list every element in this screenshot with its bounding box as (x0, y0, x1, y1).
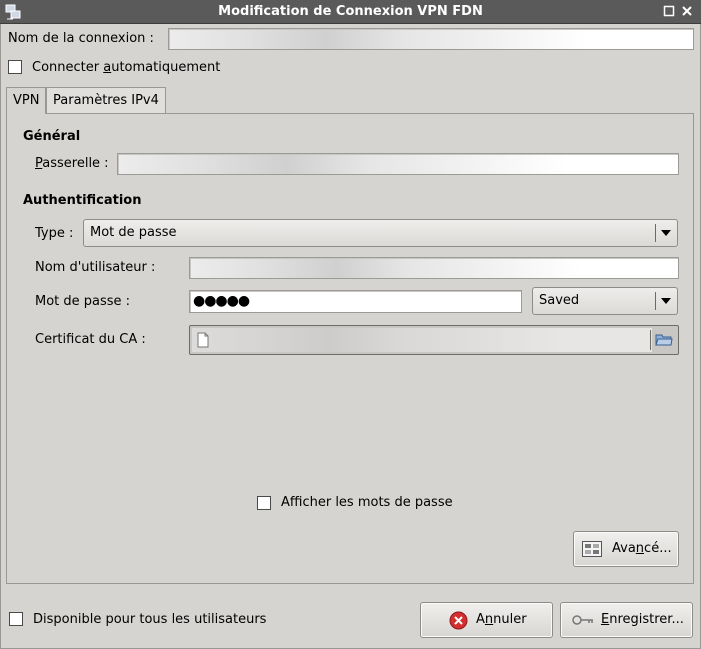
password-storage-value: Saved (539, 293, 580, 308)
username-input[interactable] (189, 257, 679, 279)
save-button-label: Enregistrer... (601, 612, 684, 627)
available-all-users-label[interactable]: Disponible pour tous les utilisateurs (33, 611, 266, 629)
minimize-icon[interactable] (662, 4, 676, 18)
dropdown-separator (655, 224, 656, 242)
cancel-button[interactable]: Annuler (420, 602, 553, 638)
show-passwords-label[interactable]: Afficher les mots de passe (281, 494, 453, 512)
file-chooser-separator (650, 330, 651, 350)
connection-name-label: Nom de la connexion : (8, 31, 154, 46)
dropdown-separator (655, 292, 656, 310)
save-button[interactable]: Enregistrer... (560, 602, 693, 638)
available-all-users-checkbox[interactable] (9, 612, 23, 626)
chevron-down-icon (661, 298, 671, 304)
document-icon (197, 332, 209, 348)
window-title: Modification de Connexion VPN FDN (218, 4, 483, 19)
ca-cert-file-chooser[interactable] (189, 325, 679, 355)
cancel-icon (449, 611, 468, 630)
gateway-input[interactable] (117, 153, 679, 175)
advanced-button-label: Avancé... (612, 541, 672, 556)
tab-ipv4-label: Paramètres IPv4 (53, 93, 159, 108)
password-input[interactable]: ●●●●● (189, 290, 522, 313)
folder-open-icon (655, 334, 673, 346)
connection-name-input[interactable] (168, 28, 694, 50)
key-icon (572, 615, 593, 625)
tab-vpn[interactable]: VPN (6, 87, 47, 114)
advanced-button[interactable]: Avancé... (573, 531, 679, 567)
password-value: ●●●●● (193, 293, 250, 309)
chevron-down-icon (661, 230, 671, 236)
autoconnect-label[interactable]: Connecter automatiquement (32, 59, 220, 77)
advanced-settings-icon (582, 541, 602, 557)
password-storage-dropdown[interactable]: Saved (532, 287, 678, 315)
cancel-button-label: Annuler (476, 612, 527, 627)
tab-vpn-label: VPN (13, 93, 40, 108)
autoconnect-checkbox[interactable] (8, 60, 22, 74)
close-icon[interactable] (680, 4, 694, 18)
tab-ipv4-settings[interactable]: Paramètres IPv4 (46, 87, 166, 114)
auth-type-value: Mot de passe (90, 225, 177, 240)
show-passwords-checkbox[interactable] (257, 496, 271, 510)
ca-cert-value (192, 328, 652, 352)
auth-type-dropdown[interactable]: Mot de passe (83, 219, 678, 247)
